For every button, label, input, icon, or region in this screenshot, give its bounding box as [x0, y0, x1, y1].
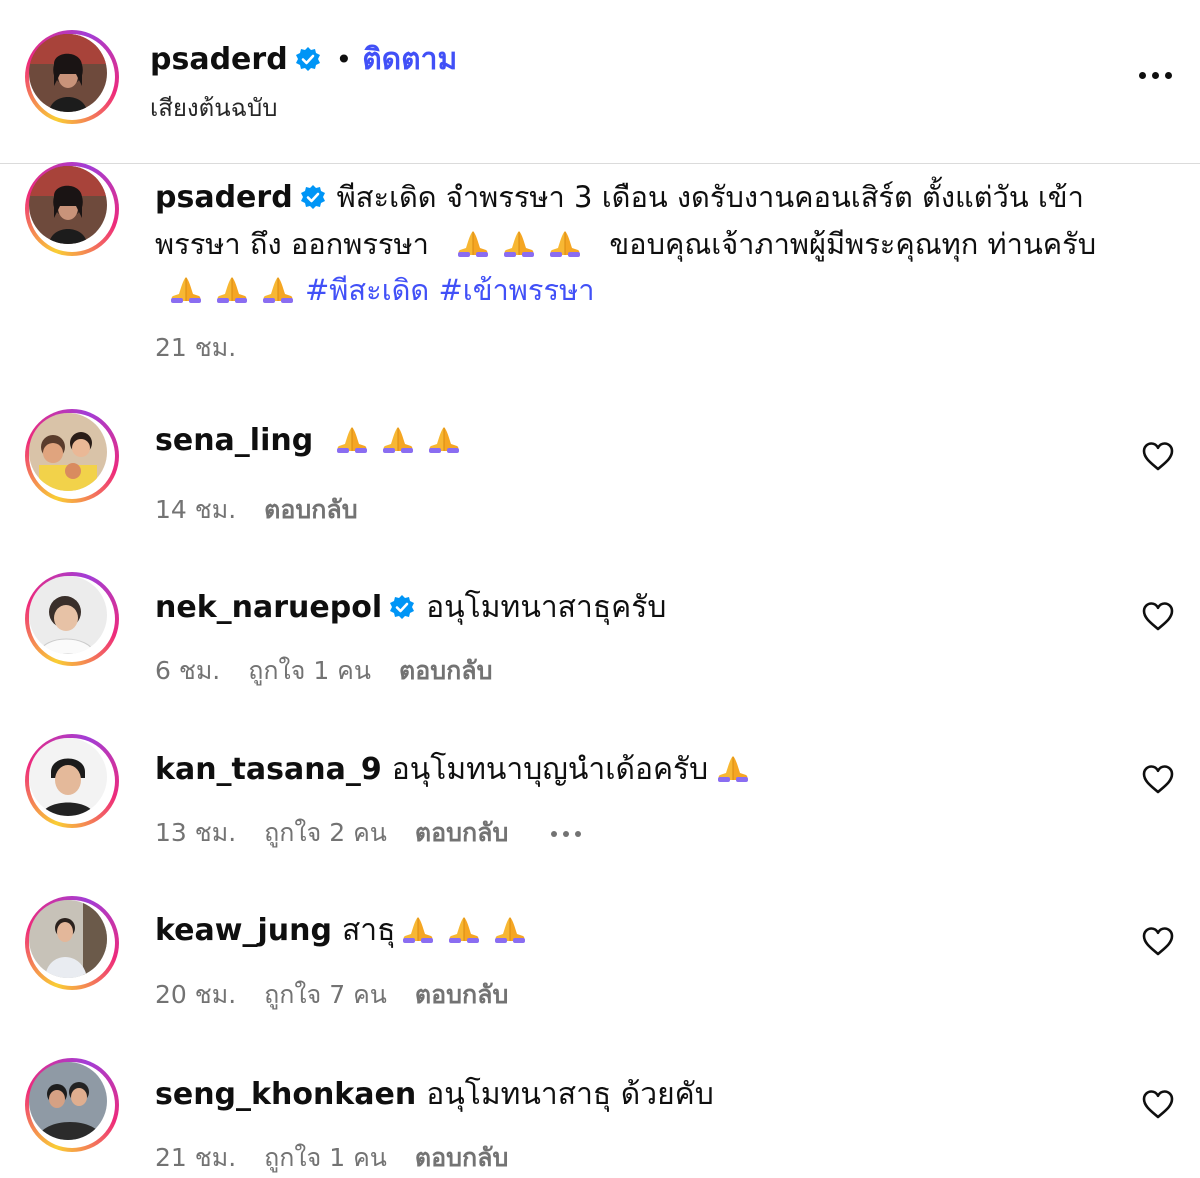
- heart-icon[interactable]: [1141, 763, 1175, 795]
- comment-meta: 14 ชม. ตอบกลับ: [155, 490, 386, 530]
- comment-meta: 21 ชม. ถูกใจ 1 คน ตอบกลับ: [155, 1138, 536, 1178]
- like-count[interactable]: ถูกใจ 1 คน: [248, 656, 371, 685]
- comment-avatar[interactable]: [25, 409, 119, 503]
- comment-avatar[interactable]: [25, 734, 119, 828]
- pray-emoji-icon: [491, 914, 529, 944]
- comment-avatar[interactable]: [25, 896, 119, 990]
- heart-icon[interactable]: [1141, 1088, 1175, 1120]
- comment-row: keaw_jung สาธุ: [155, 907, 537, 954]
- pray-emoji-icon: [259, 274, 297, 304]
- reply-button[interactable]: ตอบกลับ: [415, 1143, 508, 1172]
- comment-username[interactable]: sena_ling: [155, 423, 313, 458]
- pray-emoji-icon: [425, 424, 463, 454]
- post-header: psaderd • ติดตาม เสียงต้นฉบับ: [0, 0, 1200, 164]
- pray-emoji-icon: [714, 753, 752, 783]
- pray-emoji-icon: [500, 228, 538, 258]
- comment-text: สาธุ: [341, 913, 396, 948]
- comment-meta: 20 ชม. ถูกใจ 7 คน ตอบกลับ: [155, 975, 536, 1015]
- comment-row: seng_khonkaen อนุโมทนาสาธุ ด้วยคับ: [155, 1071, 714, 1118]
- comment-avatar[interactable]: [25, 1058, 119, 1152]
- like-count[interactable]: ถูกใจ 7 คน: [264, 980, 387, 1009]
- like-count[interactable]: ถูกใจ 2 คน: [264, 818, 387, 847]
- caption-time[interactable]: 21 ชม.: [155, 333, 236, 362]
- pray-emoji-icon: [546, 228, 584, 258]
- reply-button[interactable]: ตอบกลับ: [415, 818, 508, 847]
- pray-emoji-icon: [399, 914, 437, 944]
- comment-avatar[interactable]: [25, 572, 119, 666]
- comment-row: kan_tasana_9 อนุโมทนาบุญนำเด้อครับ: [155, 746, 760, 793]
- comment-username[interactable]: kan_tasana_9: [155, 752, 382, 787]
- avatar[interactable]: [25, 30, 119, 124]
- separator-dot: •: [335, 43, 353, 76]
- caption-username[interactable]: psaderd: [155, 180, 293, 215]
- comment-text: อนุโมทนาสาธุครับ: [426, 590, 667, 625]
- more-options-icon[interactable]: [1136, 64, 1180, 92]
- reply-button[interactable]: ตอบกลับ: [415, 980, 508, 1009]
- verified-badge-icon: [299, 184, 327, 212]
- comment-row: nek_naruepol อนุโมทนาสาธุครับ: [155, 584, 666, 631]
- comment-time[interactable]: 14 ชม.: [155, 495, 236, 524]
- comment-username[interactable]: keaw_jung: [155, 913, 332, 948]
- follow-button[interactable]: ติดตาม: [362, 42, 457, 77]
- comment-username[interactable]: nek_naruepol: [155, 590, 382, 625]
- heart-icon[interactable]: [1141, 600, 1175, 632]
- like-count[interactable]: ถูกใจ 1 คน: [264, 1143, 387, 1172]
- caption-text-2: ขอบคุณเจ้าภาพผู้มีพระคุณทุก ท่านครับ: [609, 227, 1097, 261]
- pray-emoji-icon: [445, 914, 483, 944]
- pray-emoji-icon: [333, 424, 371, 454]
- comment-row: sena_ling: [155, 423, 471, 458]
- comment-more-icon[interactable]: [548, 818, 584, 847]
- comment-time[interactable]: 20 ชม.: [155, 980, 236, 1009]
- verified-badge-icon: [388, 594, 416, 622]
- comment-meta: 13 ชม. ถูกใจ 2 คน ตอบกลับ: [155, 813, 612, 853]
- pray-emoji-icon: [379, 424, 417, 454]
- comment-text: อนุโมทนาบุญนำเด้อครับ: [391, 752, 709, 787]
- heart-icon[interactable]: [1141, 440, 1175, 472]
- audio-label[interactable]: เสียงต้นฉบับ: [150, 88, 277, 127]
- header-username[interactable]: psaderd: [150, 42, 288, 77]
- reply-button[interactable]: ตอบกลับ: [264, 495, 357, 524]
- caption-avatar[interactable]: [25, 162, 119, 256]
- verified-badge-icon: [294, 46, 322, 74]
- pray-emoji-icon: [167, 274, 205, 304]
- comment-username[interactable]: seng_khonkaen: [155, 1077, 416, 1112]
- comment-time[interactable]: 21 ชม.: [155, 1143, 236, 1172]
- heart-icon[interactable]: [1141, 925, 1175, 957]
- comment-time[interactable]: 6 ชม.: [155, 656, 220, 685]
- reply-button[interactable]: ตอบกลับ: [399, 656, 492, 685]
- pray-emoji-icon: [454, 228, 492, 258]
- caption-hashtags[interactable]: #พีสะเดิด #เข้าพรรษา: [305, 273, 594, 307]
- comment-meta: 6 ชม. ถูกใจ 1 คน ตอบกลับ: [155, 651, 520, 691]
- comment-text: อนุโมทนาสาธุ ด้วยคับ: [426, 1077, 714, 1112]
- pray-emoji-icon: [213, 274, 251, 304]
- caption-meta: 21 ชม.: [155, 328, 264, 368]
- post-caption: psaderd พีสะเดิด จำพรรษา 3 เดือน งดรับงาน…: [155, 174, 1155, 313]
- comment-time[interactable]: 13 ชม.: [155, 818, 236, 847]
